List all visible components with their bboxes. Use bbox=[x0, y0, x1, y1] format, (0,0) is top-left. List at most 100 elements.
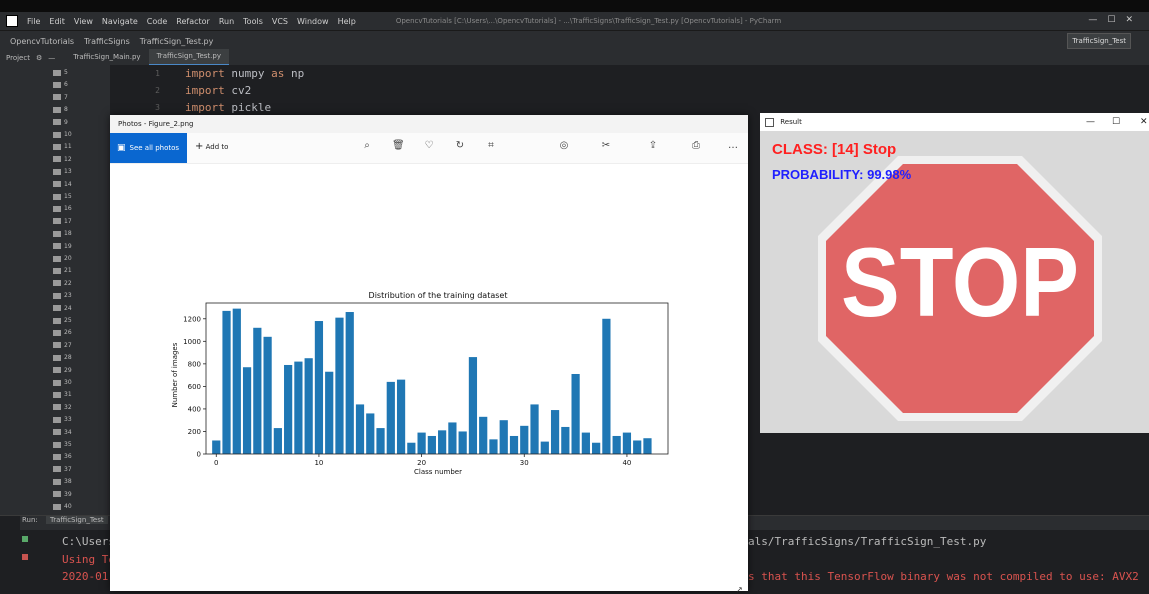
line-number: 3 bbox=[155, 103, 160, 112]
bar bbox=[622, 432, 632, 454]
tab-trafficsign-main[interactable]: TrafficSign_Main.py bbox=[65, 50, 148, 65]
menu-vcs[interactable]: VCS bbox=[272, 17, 288, 26]
maximize-icon[interactable]: ☐ bbox=[1112, 113, 1120, 131]
breadcrumb-file[interactable]: TrafficSign_Test.py bbox=[140, 37, 214, 46]
delete-icon[interactable]: 🗑 bbox=[392, 140, 405, 152]
project-pane-label[interactable]: Project bbox=[6, 54, 30, 62]
project-folder[interactable]: 26 bbox=[53, 327, 72, 339]
project-folder[interactable]: 31 bbox=[53, 389, 72, 401]
bar bbox=[304, 358, 313, 454]
project-folder[interactable]: 16 bbox=[53, 203, 72, 215]
project-folder[interactable]: 20 bbox=[53, 253, 72, 265]
project-folder[interactable]: 14 bbox=[53, 179, 72, 191]
bar bbox=[540, 441, 549, 454]
enhance-icon[interactable]: ◎ bbox=[558, 140, 570, 152]
run-config-dropdown[interactable]: TrafficSign_Test bbox=[1067, 33, 1131, 49]
project-folder[interactable]: 25 bbox=[53, 315, 72, 327]
project-folder[interactable]: 6 bbox=[53, 79, 68, 91]
menu-refactor[interactable]: Refactor bbox=[176, 17, 210, 26]
project-folder[interactable]: 8 bbox=[53, 104, 68, 116]
x-tick-label: 30 bbox=[520, 459, 529, 467]
project-folder[interactable]: 29 bbox=[53, 365, 72, 377]
project-folder[interactable]: 33 bbox=[53, 414, 72, 426]
folder-icon bbox=[53, 354, 61, 361]
project-folder[interactable]: 39 bbox=[53, 489, 72, 501]
result-image: STOP CLASS: [14] Stop PROBABILITY: 99.98… bbox=[760, 131, 1149, 433]
rerun-icon[interactable] bbox=[22, 536, 28, 542]
menu-view[interactable]: View bbox=[74, 17, 93, 26]
gear-icon[interactable]: ⚙ bbox=[36, 54, 42, 62]
menu-navigate[interactable]: Navigate bbox=[102, 17, 138, 26]
minimize-icon[interactable]: — bbox=[1086, 113, 1095, 131]
edit-icon[interactable]: ✂ bbox=[600, 140, 612, 152]
close-icon[interactable]: ✕ bbox=[1140, 113, 1148, 131]
folder-icon bbox=[53, 404, 61, 411]
folder-icon bbox=[53, 466, 61, 473]
window-title: OpencvTutorials [C:\Users\...\OpencvTuto… bbox=[395, 17, 782, 25]
minimize-pane-icon[interactable]: — bbox=[48, 54, 55, 62]
project-folder[interactable]: 28 bbox=[53, 352, 72, 364]
project-folder[interactable]: 36 bbox=[53, 451, 72, 463]
project-folder[interactable]: 10 bbox=[53, 129, 72, 141]
project-folder[interactable]: 24 bbox=[53, 303, 72, 315]
project-folder[interactable]: 17 bbox=[53, 216, 72, 228]
menu-help[interactable]: Help bbox=[338, 17, 356, 26]
menu-code[interactable]: Code bbox=[147, 17, 167, 26]
project-folder[interactable]: 35 bbox=[53, 439, 72, 451]
rotate-icon[interactable]: ↻ bbox=[454, 140, 466, 152]
print-icon[interactable]: ⎙ bbox=[690, 140, 702, 152]
resize-arrow-icon[interactable]: ↗ bbox=[736, 585, 743, 594]
project-folder[interactable]: 27 bbox=[53, 340, 72, 352]
code-keyword: import bbox=[185, 84, 225, 97]
x-tick-label: 20 bbox=[417, 459, 426, 467]
tab-trafficsign-test[interactable]: TrafficSign_Test.py bbox=[148, 49, 229, 66]
menu-file[interactable]: File bbox=[27, 17, 40, 26]
folder-icon bbox=[53, 391, 61, 398]
run-tab[interactable]: TrafficSign_Test bbox=[46, 516, 108, 524]
folder-icon bbox=[53, 205, 61, 212]
menu-window[interactable]: Window bbox=[297, 17, 329, 26]
project-folder[interactable]: 18 bbox=[53, 228, 72, 240]
share-icon[interactable]: ⇪ bbox=[647, 140, 659, 152]
bar bbox=[489, 439, 498, 454]
zoom-icon[interactable]: ⌕ bbox=[361, 140, 373, 152]
menu-tools[interactable]: Tools bbox=[243, 17, 263, 26]
more-icon[interactable]: … bbox=[727, 140, 739, 152]
photos-toolbar: ▣ See all photos + Add to ⌕ 🗑 ♡ ↻ ⌗ ◎ ✂ … bbox=[110, 133, 748, 164]
project-folder[interactable]: 7 bbox=[53, 92, 68, 104]
favorite-icon[interactable]: ♡ bbox=[423, 140, 435, 152]
project-folder[interactable]: 30 bbox=[53, 377, 72, 389]
project-folder[interactable]: 15 bbox=[53, 191, 72, 203]
project-folder[interactable]: 13 bbox=[53, 166, 72, 178]
project-folder[interactable]: 38 bbox=[53, 476, 72, 488]
project-folder[interactable]: 37 bbox=[53, 464, 72, 476]
project-folder[interactable]: 11 bbox=[53, 141, 72, 153]
project-folder[interactable]: 32 bbox=[53, 402, 72, 414]
bar bbox=[581, 432, 590, 454]
x-tick-label: 40 bbox=[622, 459, 631, 467]
x-tick-label: 10 bbox=[314, 459, 323, 467]
project-folder[interactable]: 22 bbox=[53, 278, 72, 290]
project-folder[interactable]: 40 bbox=[53, 501, 72, 513]
project-folder[interactable]: 19 bbox=[53, 241, 72, 253]
project-folder[interactable]: 23 bbox=[53, 290, 72, 302]
project-folder[interactable]: 12 bbox=[53, 154, 72, 166]
menu-edit[interactable]: Edit bbox=[49, 17, 65, 26]
see-all-photos-button[interactable]: ▣ See all photos bbox=[110, 133, 187, 163]
breadcrumb-project[interactable]: OpencvTutorials bbox=[10, 37, 74, 46]
project-folder[interactable]: 21 bbox=[53, 265, 72, 277]
result-window: Result — ☐ ✕ STOP CLASS: [14] Stop PROBA… bbox=[760, 113, 1149, 433]
folder-icon bbox=[53, 131, 61, 138]
project-folder[interactable]: 5 bbox=[53, 67, 68, 79]
crop-icon[interactable]: ⌗ bbox=[485, 140, 497, 152]
folder-label: 14 bbox=[64, 180, 72, 188]
stop-icon[interactable] bbox=[22, 554, 28, 560]
add-to-button[interactable]: + Add to bbox=[195, 141, 228, 152]
project-folder[interactable]: 34 bbox=[53, 427, 72, 439]
breadcrumb-folder[interactable]: TrafficSigns bbox=[84, 37, 130, 46]
code-line: import cv2 bbox=[185, 84, 251, 97]
menu-run[interactable]: Run bbox=[219, 17, 234, 26]
project-folder[interactable]: 9 bbox=[53, 117, 68, 129]
window-controls[interactable]: —☐✕ bbox=[1088, 15, 1143, 25]
bar bbox=[396, 379, 406, 454]
